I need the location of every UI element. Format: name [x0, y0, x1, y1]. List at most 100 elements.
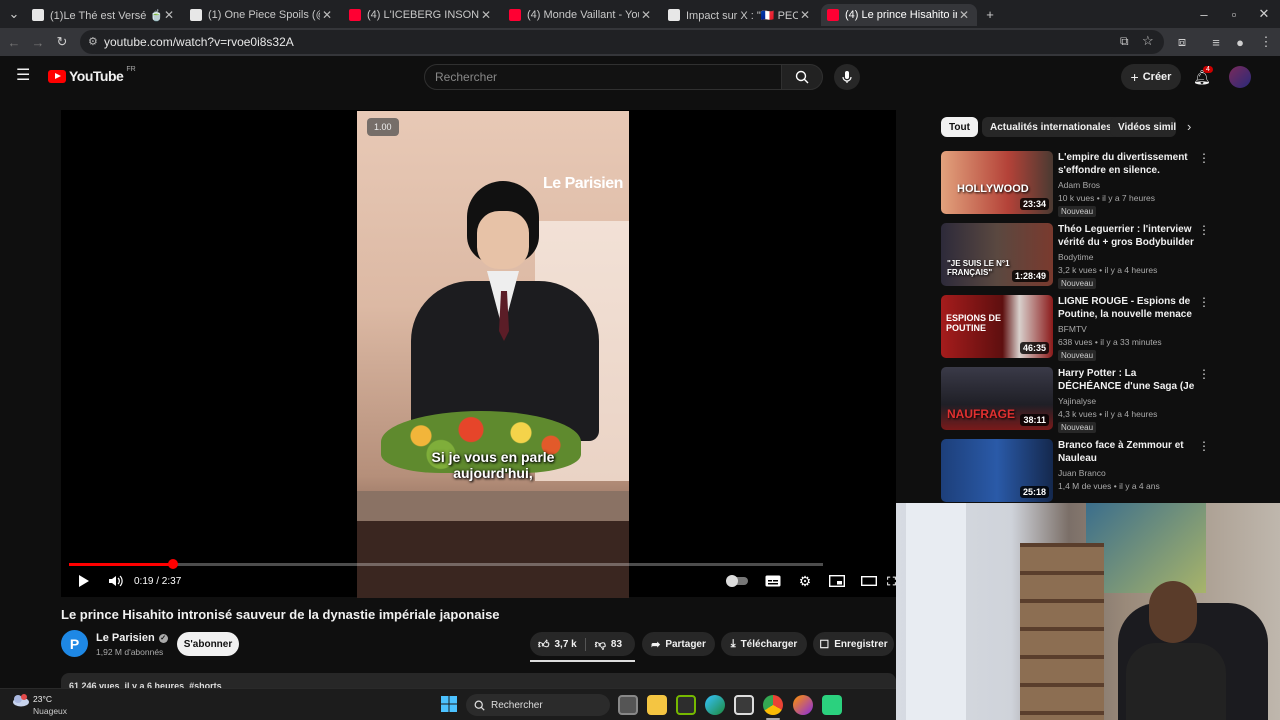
recommended-video[interactable]: HOLLYWOOD 23:34 L'empire du divertisseme…	[941, 151, 1211, 217]
media-controls-icon[interactable]: ≡	[1204, 28, 1228, 56]
tab-close-icon[interactable]: ✕	[162, 8, 176, 22]
save-button[interactable]: ☐ Enregistrer	[813, 632, 894, 656]
windows-start-icon[interactable]	[441, 696, 457, 712]
recommended-channel[interactable]: Bodytime	[1058, 252, 1093, 262]
recommended-video[interactable]: "JE SUIS LE N°1 FRANÇAIS" 1:28:49 Théo L…	[941, 223, 1211, 289]
tab-close-icon[interactable]: ✕	[798, 8, 812, 22]
like-button[interactable]: 👍︎ 3,7 k	[538, 637, 586, 651]
recommended-title[interactable]: LIGNE ROUGE - Espions de Poutine, la nou…	[1058, 295, 1198, 321]
autoplay-toggle[interactable]	[726, 572, 749, 590]
recommended-channel[interactable]: Juan Branco	[1058, 468, 1106, 478]
browser-tab-4[interactable]: (4) Monde Vaillant - YouTube ✕	[503, 4, 659, 26]
create-button[interactable]: + Créer	[1121, 64, 1181, 90]
play-button[interactable]	[75, 572, 93, 590]
dislike-button[interactable]: 👎︎ 83	[591, 638, 622, 651]
new-tab-plus-icon[interactable]: +	[978, 0, 1002, 28]
more-options-icon[interactable]: ⋮	[1198, 439, 1210, 453]
more-options-icon[interactable]: ⋮	[1198, 295, 1210, 309]
recommended-title[interactable]: L'empire du divertissement s'effondre en…	[1058, 151, 1198, 177]
profile-icon[interactable]: ●	[1228, 28, 1252, 56]
browser-tab-1[interactable]: (1)Le Thé est Versé 🍵 🎥 🎯 (@ ✕	[26, 4, 182, 26]
recommended-video[interactable]: ESPIONS DE POUTINE 46:35 LIGNE ROUGE - E…	[941, 295, 1211, 361]
theater-mode-button[interactable]	[859, 572, 879, 590]
progress-bar[interactable]	[69, 559, 823, 569]
chip-international-news[interactable]: Actualités internationales	[982, 117, 1120, 137]
minimize-icon[interactable]: –	[1192, 0, 1216, 28]
edge-browser-icon[interactable]	[705, 695, 725, 715]
hamburger-menu-icon[interactable]: ☰	[16, 68, 32, 84]
install-app-icon[interactable]: ⧉	[1120, 34, 1129, 49]
recommended-title[interactable]: Branco face à Zemmour et Nauleau	[1058, 439, 1198, 465]
task-view-icon[interactable]	[618, 695, 638, 715]
window-close-icon[interactable]: ✕	[1252, 0, 1276, 28]
recommended-channel[interactable]: Adam Bros	[1058, 180, 1100, 190]
bookmark-star-icon[interactable]: ☆	[1142, 33, 1154, 49]
site-info-icon[interactable]: ⚙	[88, 35, 98, 48]
tab-close-icon[interactable]: ✕	[320, 8, 334, 22]
search-input[interactable]: Rechercher	[424, 64, 782, 90]
browser-tab-3[interactable]: (4) L'ICEBERG INSONDABLE de ✕	[343, 4, 499, 26]
subscribe-button[interactable]: S'abonner	[177, 632, 239, 656]
miniplayer-button[interactable]	[827, 572, 847, 590]
recommended-channel[interactable]: Yajinalyse	[1058, 396, 1096, 406]
menu-kebab-icon[interactable]: ⋮	[1254, 28, 1278, 56]
video-duration: 25:18	[1019, 486, 1049, 498]
channel-avatar[interactable]: P	[61, 630, 88, 657]
youtube-logo[interactable]: YouTube FR	[48, 66, 136, 84]
download-button[interactable]: ⤓ Télécharger	[721, 632, 807, 656]
progress-scrubber-handle[interactable]	[168, 559, 179, 569]
more-options-icon[interactable]: ⋮	[1198, 151, 1210, 165]
recommended-title[interactable]: Harry Potter : La DÉCHÉANCE d'une Saga (…	[1058, 367, 1198, 393]
x-favicon-icon	[668, 9, 680, 21]
volume-button[interactable]	[106, 572, 124, 590]
extensions-icon[interactable]: ⧈	[1170, 28, 1194, 56]
recommended-channel[interactable]: BFMTV	[1058, 324, 1087, 334]
maximize-icon[interactable]: ▫	[1222, 0, 1246, 28]
messaging-app-icon[interactable]	[822, 695, 842, 715]
video-thumbnail[interactable]: ESPIONS DE POUTINE 46:35	[941, 295, 1053, 358]
url-field[interactable]: ⚙ youtube.com/watch?v=rvoe0i8s32A ⧉ ☆	[80, 30, 1164, 54]
account-avatar[interactable]	[1229, 66, 1251, 88]
browser-tab-2[interactable]: (1) One Piece Spoils (@OPspoil ✕	[184, 4, 340, 26]
fullscreen-button[interactable]	[887, 572, 896, 590]
firefox-icon[interactable]	[793, 695, 813, 715]
forward-arrow-icon[interactable]: →	[26, 28, 50, 56]
channel-name[interactable]: Le Parisien	[96, 632, 155, 644]
nvidia-icon[interactable]	[676, 695, 696, 715]
video-thumbnail[interactable]: "JE SUIS LE N°1 FRANÇAIS" 1:28:49	[941, 223, 1053, 286]
tab-close-icon[interactable]: ✕	[957, 8, 971, 22]
thumbnail-text: HOLLYWOOD	[957, 183, 1029, 195]
search-button[interactable]	[781, 64, 823, 90]
file-explorer-icon[interactable]	[647, 695, 667, 715]
more-options-icon[interactable]: ⋮	[1198, 367, 1210, 381]
more-options-icon[interactable]: ⋮	[1198, 223, 1210, 237]
chip-similar-videos[interactable]: Vidéos simila	[1110, 117, 1176, 137]
recommended-title[interactable]: Théo Leguerrier : l'interview vérité du …	[1058, 223, 1198, 249]
tab-close-icon[interactable]: ✕	[639, 8, 653, 22]
tab-close-icon[interactable]: ✕	[479, 8, 493, 22]
reload-icon[interactable]: ↻	[50, 28, 74, 56]
settings-gear-icon[interactable]: ⚙	[795, 572, 815, 590]
subtitles-button[interactable]	[763, 572, 783, 590]
browser-tab-6-active[interactable]: (4) Le prince Hisahito intronisé ✕	[821, 4, 977, 26]
video-duration: 23:34	[1019, 198, 1049, 210]
chips-next-chevron-icon[interactable]: ›	[1187, 119, 1191, 134]
voice-search-button[interactable]	[834, 64, 860, 90]
video-thumbnail[interactable]: NAUFRAGE 38:11	[941, 367, 1053, 430]
video-player[interactable]: Le Parisien Si je vous en parle aujourd'…	[61, 110, 896, 598]
video-thumbnail[interactable]: 25:18	[941, 439, 1053, 502]
tab-list-chevron-icon[interactable]: ⌄	[2, 0, 26, 28]
taskbar-search[interactable]: Rechercher	[466, 694, 610, 716]
chrome-browser-icon[interactable]	[763, 695, 783, 715]
tab-title: (1) One Piece Spoils (@OPspoil	[208, 9, 320, 21]
video-thumbnail[interactable]: HOLLYWOOD 23:34	[941, 151, 1053, 214]
recommended-video[interactable]: 25:18 Branco face à Zemmour et Nauleau J…	[941, 439, 1211, 503]
weather-cloud-icon[interactable]	[12, 693, 30, 707]
microsoft-store-icon[interactable]	[734, 695, 754, 715]
recommended-video[interactable]: NAUFRAGE 38:11 Harry Potter : La DÉCHÉAN…	[941, 367, 1211, 433]
share-button[interactable]: ➦ Partager	[642, 632, 715, 656]
share-arrow-icon: ➦	[651, 638, 661, 651]
browser-tab-5[interactable]: Impact sur X : "🇫🇷 PEOPLE | / ✕	[662, 4, 818, 26]
back-arrow-icon[interactable]: ←	[2, 28, 26, 56]
chip-all[interactable]: Tout	[941, 117, 978, 137]
